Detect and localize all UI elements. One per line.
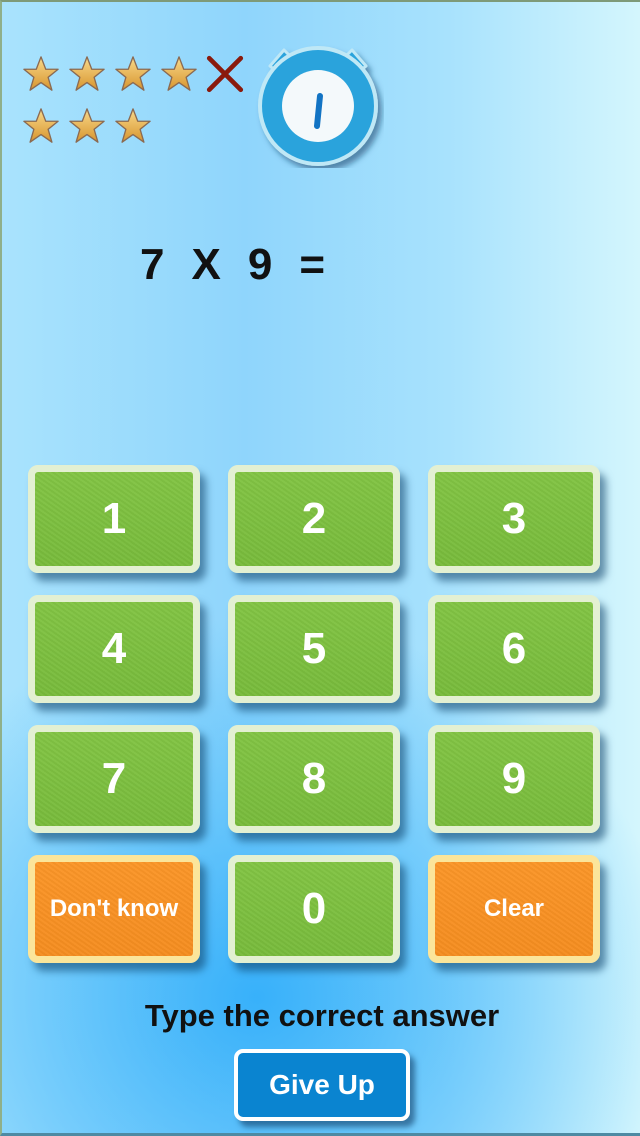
clear-button[interactable]: Clear [428, 855, 600, 963]
question-equation: 7 X 9 = [140, 240, 378, 290]
operand-a: 7 [140, 240, 166, 289]
key-2[interactable]: 2 [228, 465, 400, 573]
star-icon [115, 108, 151, 143]
key-9[interactable]: 9 [428, 725, 600, 833]
stopwatch-icon [258, 46, 378, 166]
score-row-1 [22, 54, 254, 94]
game-screen: 7 X 9 = 1 2 3 4 5 6 7 8 9 Don't know 0 Clea… [0, 0, 640, 1136]
key-4[interactable]: 4 [28, 595, 200, 703]
give-up-button[interactable]: Give Up [234, 1049, 410, 1121]
wrong-x-icon [206, 55, 244, 93]
star-icon [161, 56, 197, 91]
operand-b: 9 [247, 240, 274, 289]
star-icon [69, 108, 105, 143]
key-3[interactable]: 3 [428, 465, 600, 573]
dont-know-button[interactable]: Don't know [28, 855, 200, 963]
instruction-text: Type the correct answer [144, 998, 500, 1033]
equals-sign: = [299, 240, 327, 289]
star-icon [23, 108, 59, 143]
key-1[interactable]: 1 [28, 465, 200, 573]
star-icon [69, 56, 105, 91]
key-0[interactable]: 0 [228, 855, 400, 963]
score-tracker [22, 54, 254, 158]
key-6[interactable]: 6 [428, 595, 600, 703]
key-7[interactable]: 7 [28, 725, 200, 833]
score-row-2 [22, 106, 254, 146]
key-5[interactable]: 5 [228, 595, 400, 703]
timer-hand [314, 93, 323, 129]
operator: X [191, 240, 222, 289]
star-icon [23, 56, 59, 91]
key-8[interactable]: 8 [228, 725, 400, 833]
star-icon [115, 56, 151, 91]
